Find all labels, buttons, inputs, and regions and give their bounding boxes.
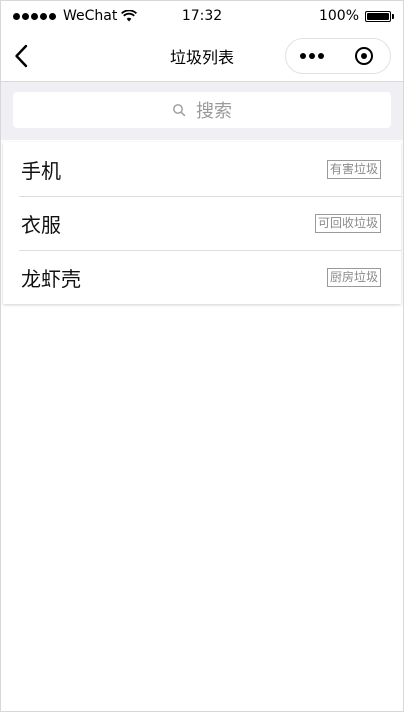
status-left: WeChat — [13, 8, 138, 24]
more-dots-icon — [300, 53, 324, 59]
search-icon — [173, 104, 186, 117]
battery-percent: 100% — [318, 8, 359, 24]
garbage-list: 手机 有害垃圾 衣服 可回收垃圾 龙虾壳 厨房垃圾 — [3, 142, 401, 304]
item-name: 手机 — [21, 158, 61, 183]
battery-fill — [367, 12, 389, 20]
search-placeholder: 搜索 — [196, 101, 232, 122]
list-item[interactable]: 手机 有害垃圾 — [3, 142, 401, 196]
battery-icon — [365, 10, 394, 22]
category-tag: 可回收垃圾 — [314, 213, 381, 233]
category-tag: 有害垃圾 — [326, 159, 381, 179]
nav-bar: 垃圾列表 — [1, 31, 403, 82]
carrier-name: WeChat — [63, 8, 118, 24]
back-button[interactable] — [1, 31, 41, 81]
category-tag: 厨房垃圾 — [326, 267, 381, 287]
chevron-left-icon — [15, 44, 28, 68]
list-item[interactable]: 衣服 可回收垃圾 — [3, 196, 401, 250]
item-name: 衣服 — [21, 212, 61, 237]
list-item[interactable]: 龙虾壳 厨房垃圾 — [3, 250, 401, 304]
phone-frame: WeChat 17:32 100% 垃圾列表 搜索 手机 有害垃圾 衣服 可回收… — [0, 0, 404, 712]
wifi-icon — [121, 10, 138, 22]
item-name: 龙虾壳 — [21, 266, 81, 291]
search-area: 搜索 — [1, 82, 403, 140]
status-bar: WeChat 17:32 100% — [1, 1, 403, 31]
search-input[interactable]: 搜索 — [13, 92, 391, 128]
signal-icon — [13, 12, 56, 20]
capsule-menu — [285, 38, 391, 74]
close-miniprogram-button[interactable] — [338, 39, 390, 73]
status-right: 100% — [318, 8, 394, 24]
target-icon — [355, 47, 373, 65]
more-button[interactable] — [286, 39, 338, 73]
